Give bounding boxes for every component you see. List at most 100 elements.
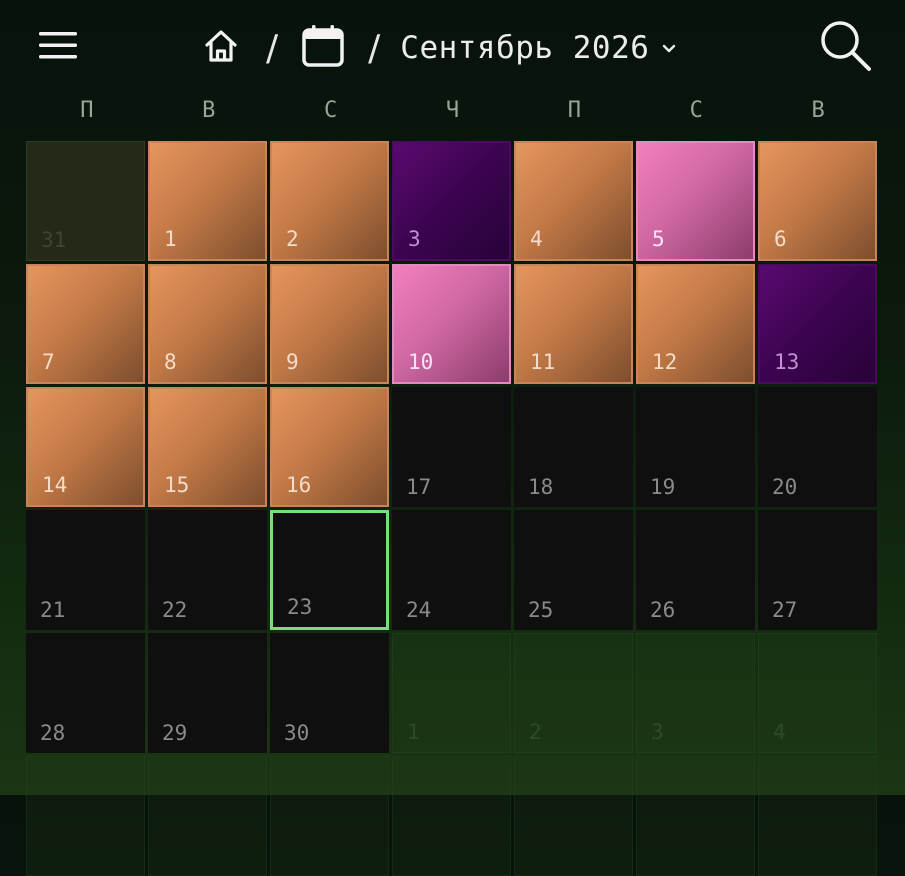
day-cell[interactable]: 22 — [148, 510, 267, 630]
day-cell[interactable]: 21 — [26, 510, 145, 630]
day-cell-placeholder — [758, 756, 877, 876]
day-cell[interactable]: 9 — [270, 264, 389, 384]
day-cell[interactable]: 7 — [26, 264, 145, 384]
day-cell-placeholder — [148, 756, 267, 876]
search-button[interactable] — [815, 18, 877, 78]
day-cell[interactable]: 6 — [758, 141, 877, 261]
month-label: Сентябрь 2026 — [400, 30, 650, 66]
weekday-label: П — [80, 98, 94, 123]
day-number: 26 — [650, 598, 676, 622]
day-cell[interactable]: 15 — [148, 387, 267, 507]
day-number: 17 — [406, 475, 432, 499]
search-icon — [819, 19, 873, 77]
day-number: 5 — [652, 227, 665, 251]
home-button[interactable] — [196, 23, 246, 73]
day-cell[interactable]: 19 — [636, 387, 755, 507]
day-cell-placeholder — [514, 756, 633, 876]
day-number: 1 — [407, 720, 420, 744]
day-number: 19 — [650, 475, 676, 499]
weekday-label: В — [202, 98, 216, 123]
calendar-grid: 31 1 2 3 4 5 6 7 8 9 10 11 12 13 14 15 16 17 18 19 20 21 22 23 2… — [26, 141, 879, 876]
day-cell[interactable]: 5 — [636, 141, 755, 261]
day-number: 16 — [286, 473, 312, 497]
day-cell[interactable]: 17 — [392, 387, 511, 507]
day-number: 31 — [41, 228, 67, 252]
day-cell[interactable]: 26 — [636, 510, 755, 630]
day-number: 20 — [772, 475, 798, 499]
day-cell[interactable]: 20 — [758, 387, 877, 507]
weekday-label: П — [567, 98, 581, 123]
calendar-icon — [301, 24, 345, 72]
day-number: 13 — [774, 350, 800, 374]
breadcrumb-separator: / — [266, 27, 279, 69]
day-number: 15 — [164, 473, 190, 497]
hamburger-menu-icon — [37, 28, 79, 66]
day-number: 2 — [286, 227, 299, 251]
chevron-down-icon — [661, 42, 677, 54]
day-cell[interactable]: 12 — [636, 264, 755, 384]
menu-button[interactable] — [30, 22, 86, 72]
day-cell[interactable]: 25 — [514, 510, 633, 630]
day-cell[interactable]: 2 — [270, 141, 389, 261]
day-number: 24 — [406, 598, 432, 622]
day-cell-placeholder — [636, 756, 755, 876]
top-bar: / / Сентябрь 2026 — [0, 0, 905, 95]
weekday-label: Ч — [445, 98, 460, 123]
calendar-button[interactable] — [298, 23, 348, 73]
day-cell[interactable]: 3 — [392, 141, 511, 261]
day-number: 12 — [652, 350, 678, 374]
day-number: 9 — [286, 350, 299, 374]
day-cell[interactable]: 14 — [26, 387, 145, 507]
day-cell-placeholder — [392, 756, 511, 876]
breadcrumb: / / Сентябрь 2026 — [196, 20, 677, 76]
day-cell[interactable]: 11 — [514, 264, 633, 384]
day-cell[interactable]: 18 — [514, 387, 633, 507]
day-number: 10 — [408, 350, 434, 374]
day-number: 8 — [164, 350, 177, 374]
day-number: 14 — [42, 473, 68, 497]
weekday-label: В — [811, 98, 825, 123]
day-number: 4 — [530, 227, 543, 251]
day-cell[interactable]: 28 — [26, 633, 145, 753]
day-cell-placeholder — [270, 756, 389, 876]
day-cell[interactable]: 27 — [758, 510, 877, 630]
day-cell-placeholder — [26, 756, 145, 876]
day-cell-outside-month[interactable]: 3 — [636, 633, 755, 753]
day-number: 11 — [530, 350, 556, 374]
day-cell-outside-month[interactable]: 31 — [26, 141, 145, 261]
day-cell-outside-month[interactable]: 4 — [758, 633, 877, 753]
day-number: 27 — [772, 598, 798, 622]
day-cell[interactable]: 24 — [392, 510, 511, 630]
day-number: 1 — [164, 227, 177, 251]
day-number: 18 — [528, 475, 554, 499]
day-cell[interactable]: 16 — [270, 387, 389, 507]
weekday-header: П В С Ч П С В — [26, 98, 879, 132]
day-number: 21 — [40, 598, 66, 622]
day-number: 7 — [42, 350, 55, 374]
day-cell-outside-month[interactable]: 1 — [392, 633, 511, 753]
day-number: 25 — [528, 598, 554, 622]
day-number: 28 — [40, 721, 66, 745]
weekday-label: С — [324, 98, 338, 123]
day-cell[interactable]: 29 — [148, 633, 267, 753]
day-cell[interactable]: 8 — [148, 264, 267, 384]
home-icon — [202, 27, 240, 69]
day-number: 22 — [162, 598, 188, 622]
day-cell[interactable]: 1 — [148, 141, 267, 261]
day-number: 3 — [651, 720, 664, 744]
day-number: 30 — [284, 721, 310, 745]
day-cell[interactable]: 30 — [270, 633, 389, 753]
breadcrumb-separator: / — [368, 27, 381, 69]
day-number: 6 — [774, 227, 787, 251]
day-cell-today[interactable]: 23 — [270, 510, 389, 630]
day-cell[interactable]: 10 — [392, 264, 511, 384]
month-dropdown[interactable]: Сентябрь 2026 — [400, 30, 677, 66]
day-number: 3 — [408, 227, 421, 251]
day-cell[interactable]: 13 — [758, 264, 877, 384]
day-number: 4 — [773, 720, 786, 744]
day-number: 23 — [287, 595, 313, 619]
day-cell-outside-month[interactable]: 2 — [514, 633, 633, 753]
day-cell[interactable]: 4 — [514, 141, 633, 261]
day-number: 29 — [162, 721, 188, 745]
weekday-label: С — [689, 98, 703, 123]
